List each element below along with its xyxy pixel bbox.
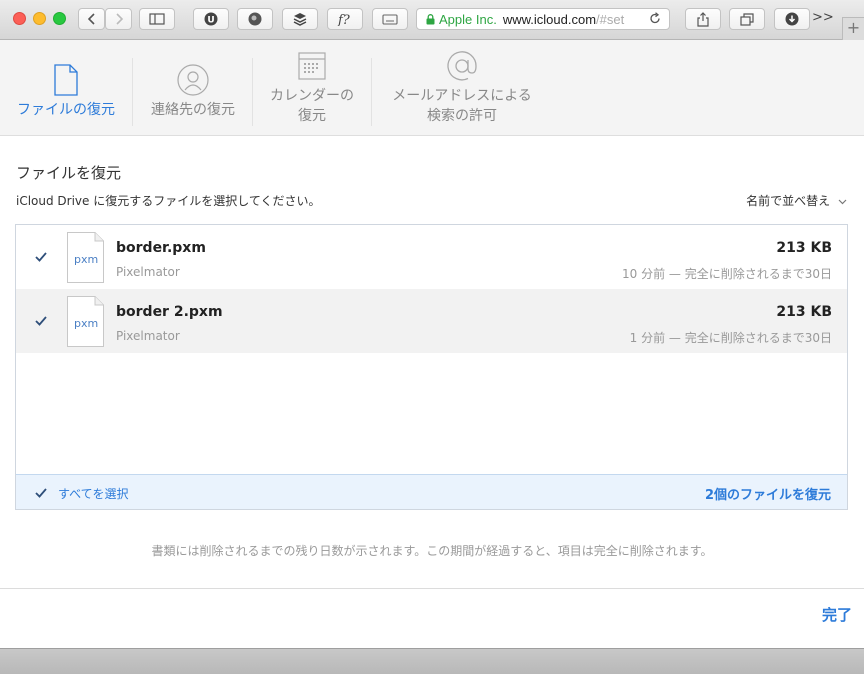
file-size: 213 KB — [776, 304, 832, 320]
sidebar-icon — [149, 13, 165, 25]
sort-dropdown[interactable]: 名前で並べ替え — [746, 192, 847, 209]
file-icon — [54, 64, 78, 96]
layers-icon — [293, 13, 307, 26]
selection-bar: すべてを選択 2個のファイルを復元 — [16, 474, 847, 509]
file-status: 10 分前 — 完全に削除されるまで30日 — [622, 267, 832, 281]
file-ext: pxm — [74, 253, 99, 266]
extension-layers-button[interactable] — [282, 8, 318, 30]
chevron-left-icon — [87, 13, 95, 25]
file-name: border 2.pxm — [116, 304, 223, 320]
restore-files-button[interactable]: 2個のファイルを復元 — [705, 484, 831, 503]
file-row[interactable]: pxm border.pxm Pixelmator 213 KB 10 分前 —… — [16, 225, 847, 289]
divider — [0, 588, 864, 589]
tab-label: ファイルの復元 — [17, 102, 115, 118]
page-description: iCloud Drive に復元するファイルを選択してください。 — [16, 194, 321, 208]
file-row[interactable]: pxm border 2.pxm Pixelmator 213 KB 1 分前 … — [16, 289, 847, 353]
ublock-icon: U — [204, 12, 218, 26]
file-name: border.pxm — [116, 240, 206, 256]
chevron-right-icon — [115, 13, 123, 25]
svg-text:U: U — [207, 16, 214, 26]
new-tab-button[interactable]: + — [842, 17, 864, 40]
tab-label-line2: 検索の許可 — [427, 108, 497, 124]
extension-font-button[interactable]: f? — [327, 8, 363, 30]
share-icon — [697, 11, 709, 27]
tab-label-line1: カレンダーの — [270, 88, 354, 104]
sort-label: 名前で並べ替え — [746, 194, 831, 208]
file-checkbox[interactable] — [34, 250, 48, 264]
font-query-icon: f? — [337, 13, 351, 26]
tabs-icon — [740, 12, 754, 26]
more-toolbar-button[interactable]: >> — [812, 10, 834, 25]
retention-note: 書類には削除されるまでの残り日数が示されます。この期間が経過すると、項目は完全に… — [151, 544, 713, 558]
browser-toolbar: U f? Apple Inc. www.icloud.com/#set >> + — [0, 0, 864, 40]
tab-label-line1: メールアドレスによる — [392, 88, 532, 104]
calendar-icon — [298, 52, 326, 80]
select-all-checkbox[interactable] — [34, 486, 48, 500]
address-bar[interactable]: Apple Inc. www.icloud.com/#set — [416, 8, 670, 30]
tab-email-lookup[interactable]: メールアドレスによる 検索の許可 — [372, 40, 552, 136]
close-window-button[interactable] — [13, 12, 26, 25]
url-company: Apple Inc. — [439, 11, 497, 27]
file-checkbox[interactable] — [34, 314, 48, 328]
tabs-overview-button[interactable] — [729, 8, 765, 30]
file-status: 1 分前 — 完全に削除されるまで30日 — [629, 331, 832, 345]
zoom-window-button[interactable] — [53, 12, 66, 25]
at-icon — [447, 51, 477, 81]
done-button[interactable]: 完了 — [822, 604, 852, 625]
chevron-down-icon — [838, 194, 847, 208]
downloads-button[interactable] — [774, 8, 810, 30]
share-button[interactable] — [685, 8, 721, 30]
extension-keyboard-button[interactable] — [372, 8, 408, 30]
tab-restore-calendars[interactable]: カレンダーの 復元 — [253, 40, 371, 136]
file-app: Pixelmator — [116, 265, 180, 279]
page-title: ファイルを復元 — [16, 164, 122, 182]
contact-icon — [177, 64, 209, 96]
restore-tabs: ファイルの復元 連絡先の復元 カレンダーの 復元 メールアドレスによる 検索の許… — [0, 40, 864, 136]
file-app: Pixelmator — [116, 329, 180, 343]
back-button[interactable] — [78, 8, 105, 30]
sidebar-button[interactable] — [139, 8, 175, 30]
tab-label: 連絡先の復元 — [151, 102, 235, 118]
lock-icon — [426, 14, 435, 25]
extension-record-button[interactable] — [237, 8, 273, 30]
file-ext: pxm — [74, 317, 99, 330]
download-icon — [785, 12, 799, 26]
record-icon — [248, 12, 262, 26]
file-size: 213 KB — [776, 240, 832, 256]
select-all-label[interactable]: すべてを選択 — [58, 485, 128, 502]
minimize-window-button[interactable] — [33, 12, 46, 25]
tab-label-line2: 復元 — [298, 108, 326, 124]
window-bottom-frame — [0, 648, 864, 674]
extension-ublock-button[interactable]: U — [193, 8, 229, 30]
tab-restore-contacts[interactable]: 連絡先の復元 — [133, 40, 253, 136]
forward-button[interactable] — [105, 8, 132, 30]
keyboard-icon — [382, 14, 398, 25]
file-list: pxm border.pxm Pixelmator 213 KB 10 分前 —… — [15, 224, 848, 510]
reload-icon[interactable] — [649, 12, 661, 28]
url-path: /#set — [596, 11, 625, 27]
tab-restore-files[interactable]: ファイルの復元 — [0, 40, 132, 136]
url-host: www.icloud.com — [502, 11, 597, 27]
svg-text:f?: f? — [337, 13, 351, 26]
